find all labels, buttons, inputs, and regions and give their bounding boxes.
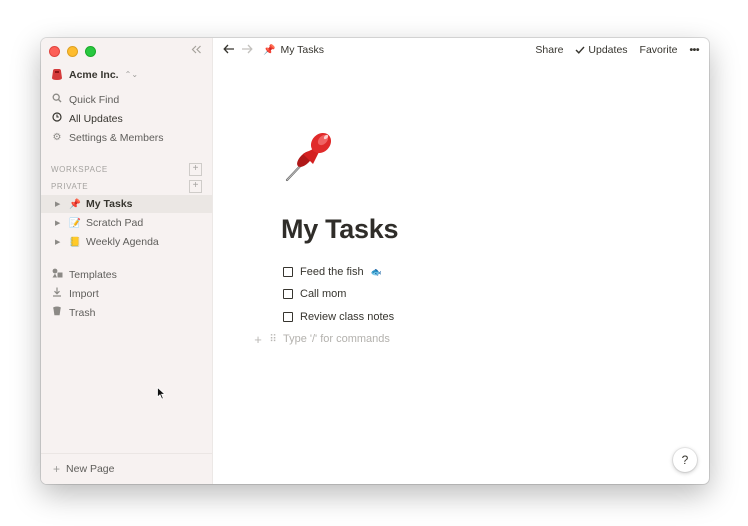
expand-triangle-icon[interactable]: ▶ <box>55 238 63 246</box>
help-button[interactable]: ? <box>673 448 697 472</box>
todo-label[interactable]: Call mom <box>300 288 346 300</box>
workspace-name: Acme Inc. <box>69 68 119 81</box>
breadcrumb-emoji: 📌 <box>263 44 276 56</box>
download-icon <box>51 287 63 300</box>
sidebar-item-quick-find[interactable]: Quick Find <box>51 91 119 108</box>
app-window: Acme Inc. ⌃⌄ Quick Find All Updates ⚙ Se… <box>41 38 709 484</box>
sidebar-item-label: Trash <box>69 306 96 319</box>
todo-checkbox[interactable] <box>283 267 293 277</box>
checkmark-icon <box>575 46 585 54</box>
minimize-window-button[interactable] <box>67 46 78 57</box>
sidebar-item-trash[interactable]: Trash <box>51 304 95 321</box>
fish-emoji: 🐟 <box>370 266 382 277</box>
sidebar-page-weekly-agenda[interactable]: ▶ 📒 Weekly Agenda <box>41 233 212 251</box>
sidebar-item-label: All Updates <box>69 112 123 125</box>
new-page-label: New Page <box>66 463 115 475</box>
section-private-label: PRIVATE <box>51 182 89 191</box>
todo-checkbox[interactable] <box>283 289 293 299</box>
drag-handle-icon[interactable]: ⠿ <box>266 334 280 345</box>
templates-icon <box>51 268 63 281</box>
breadcrumb-label: My Tasks <box>280 44 325 56</box>
expand-triangle-icon[interactable]: ▶ <box>55 200 63 208</box>
todo-label[interactable]: Feed the fish <box>300 266 364 278</box>
todo-item: Review class notes <box>283 309 394 325</box>
more-options-icon[interactable]: ••• <box>689 44 699 56</box>
close-window-button[interactable] <box>49 46 60 57</box>
topbar: 📌 My Tasks Share Updates Favorite ••• <box>213 38 709 62</box>
page-emoji: 📝 <box>69 217 81 229</box>
sidebar-page-label: My Tasks <box>86 198 133 210</box>
add-block-icon[interactable]: + <box>252 332 264 347</box>
maximize-window-button[interactable] <box>85 46 96 57</box>
sidebar-item-label: Quick Find <box>69 93 120 106</box>
command-placeholder[interactable]: Type '/' for commands <box>283 333 390 345</box>
sidebar-page-my-tasks[interactable]: ▶ 📌 My Tasks <box>41 195 212 213</box>
expand-triangle-icon[interactable]: ▶ <box>55 219 63 227</box>
section-workspace-label: WORKSPACE <box>51 165 108 174</box>
page-icon-pushpin[interactable] <box>283 128 339 189</box>
plus-icon: + <box>53 462 61 476</box>
workspace-logo-icon <box>52 69 62 80</box>
sidebar-page-scratch-pad[interactable]: ▶ 📝 Scratch Pad <box>41 214 212 232</box>
page-title[interactable]: My Tasks <box>281 214 398 245</box>
sidebar-item-templates[interactable]: Templates <box>51 266 117 283</box>
workspace-switcher[interactable]: Acme Inc. ⌃⌄ <box>51 68 138 81</box>
todo-item: Call mom <box>283 286 346 302</box>
sidebar-item-settings[interactable]: ⚙ Settings & Members <box>51 129 164 146</box>
updates-button[interactable]: Updates <box>575 44 628 56</box>
favorite-button[interactable]: Favorite <box>640 44 678 56</box>
sidebar-page-label: Weekly Agenda <box>86 236 159 248</box>
add-workspace-page-button[interactable]: + <box>189 163 202 176</box>
clock-icon <box>51 112 63 125</box>
breadcrumb[interactable]: 📌 My Tasks <box>263 44 324 56</box>
sidebar-page-label: Scratch Pad <box>86 217 144 229</box>
page-emoji: 📌 <box>69 198 81 210</box>
collapse-sidebar-icon[interactable] <box>191 43 202 57</box>
todo-label[interactable]: Review class notes <box>300 311 394 323</box>
topbar-actions: Share Updates Favorite ••• <box>535 38 699 62</box>
empty-block: + ⠿ Type '/' for commands <box>252 331 390 347</box>
search-icon <box>51 93 63 106</box>
sidebar-item-label: Templates <box>69 268 117 281</box>
new-page-button[interactable]: + New Page <box>41 453 212 484</box>
sidebar-item-import[interactable]: Import <box>51 285 99 302</box>
sidebar: Acme Inc. ⌃⌄ Quick Find All Updates ⚙ Se… <box>41 38 213 484</box>
sidebar-item-label: Import <box>69 287 99 300</box>
trash-icon <box>51 306 63 319</box>
sidebar-item-all-updates[interactable]: All Updates <box>51 110 123 127</box>
forward-arrow-icon[interactable] <box>241 43 255 57</box>
pushpin-icon <box>285 132 332 182</box>
todo-item: Feed the fish 🐟 <box>283 264 382 280</box>
todo-checkbox[interactable] <box>283 312 293 322</box>
window-controls <box>49 46 96 57</box>
chevron-updown-icon: ⌃⌄ <box>124 70 139 79</box>
updates-label: Updates <box>588 44 628 56</box>
add-private-page-button[interactable]: + <box>189 180 202 193</box>
gear-icon: ⚙ <box>52 132 62 143</box>
page-emoji: 📒 <box>69 236 81 248</box>
mouse-cursor-icon <box>157 386 167 405</box>
share-button[interactable]: Share <box>535 44 563 56</box>
back-arrow-icon[interactable] <box>223 43 237 57</box>
sidebar-item-label: Settings & Members <box>69 131 164 144</box>
